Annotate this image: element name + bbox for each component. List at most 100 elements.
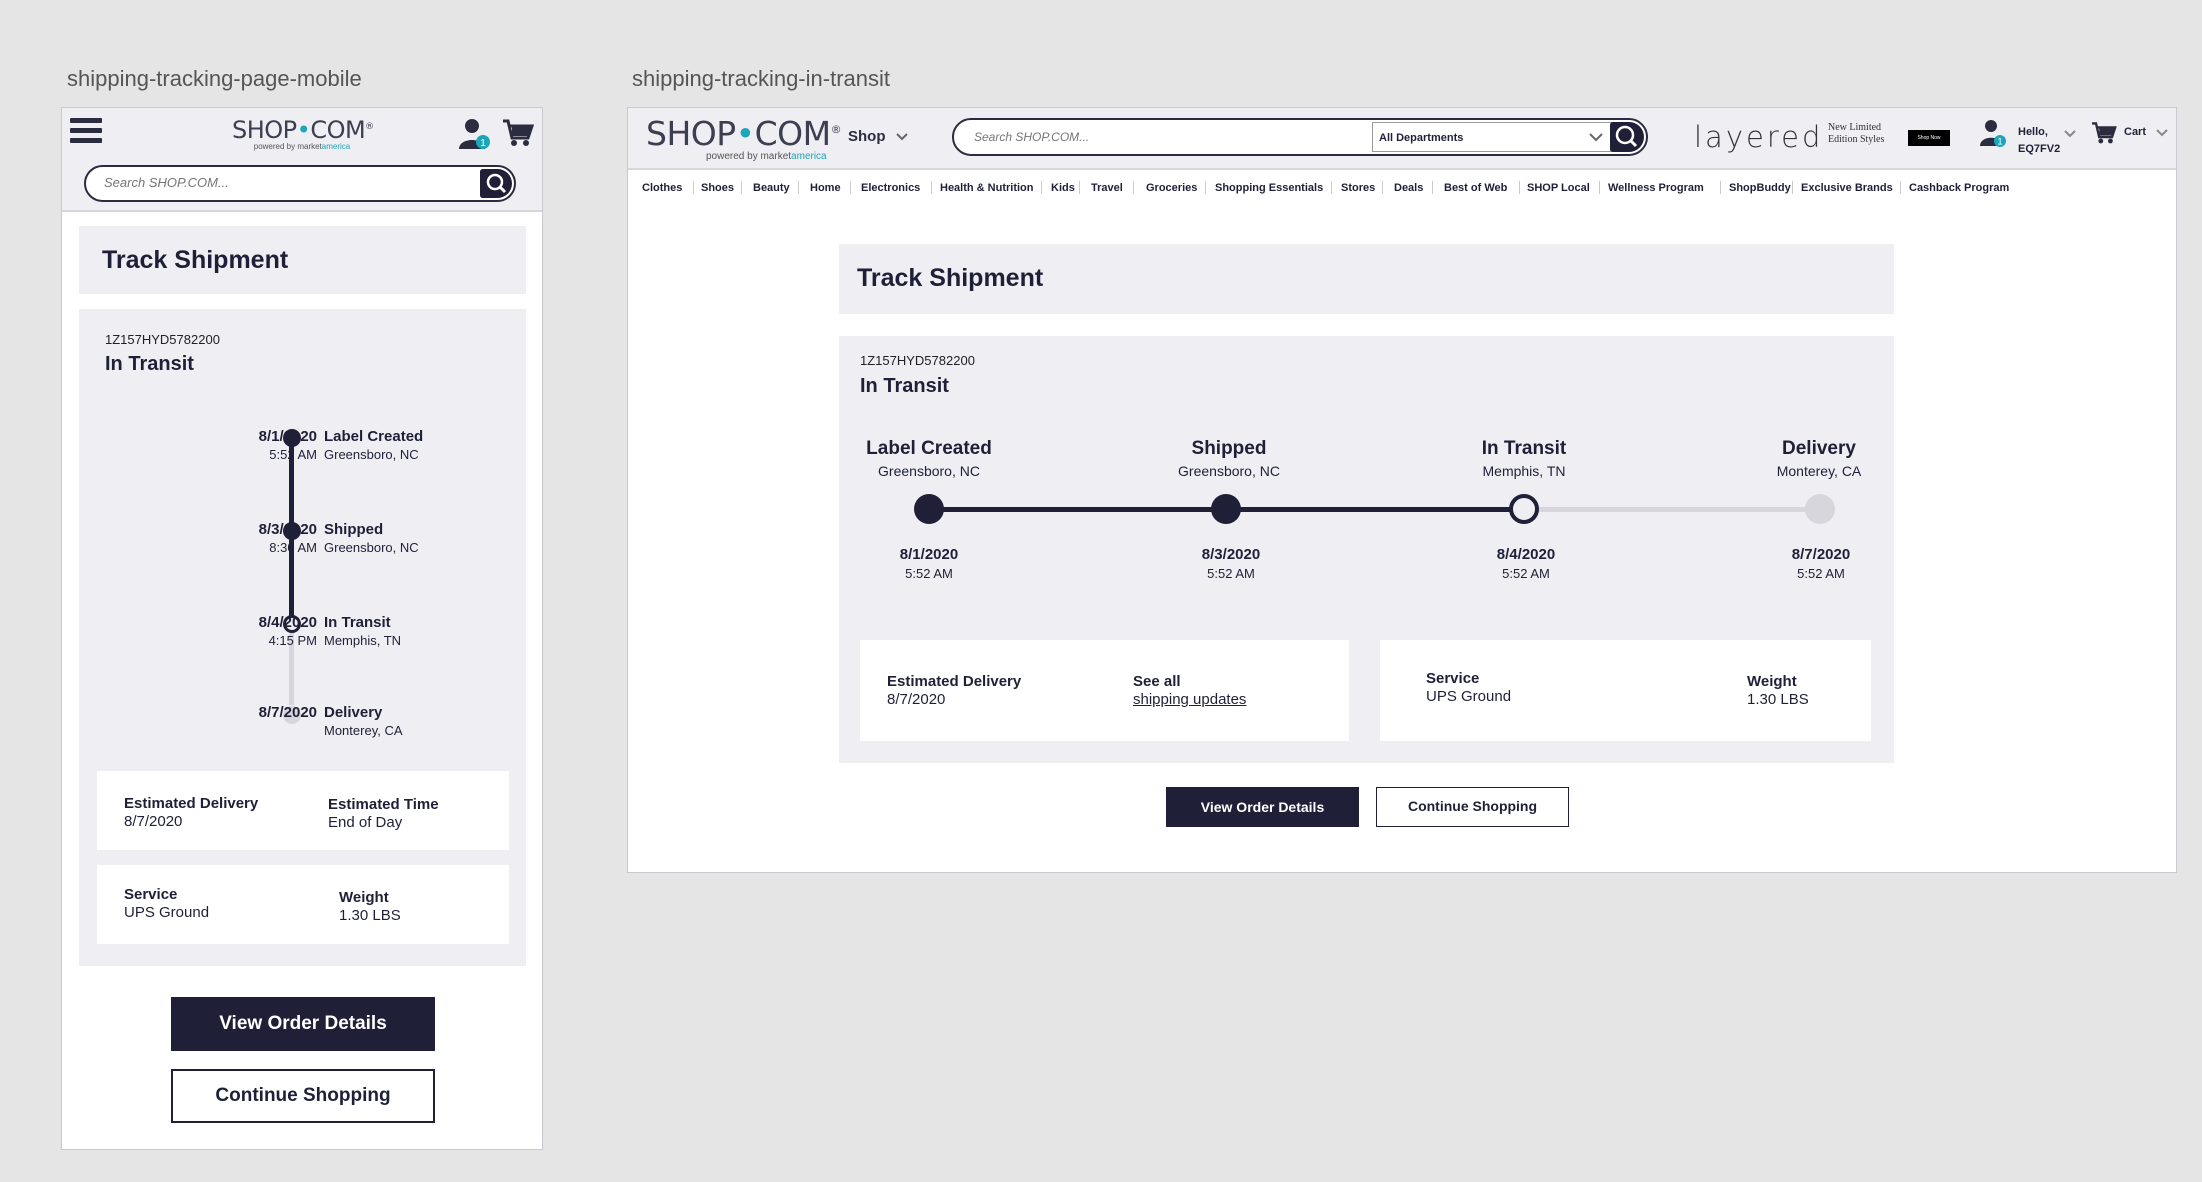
nav-item-stores[interactable]: Stores (1341, 182, 1375, 194)
nav-item-shopping-essentials[interactable]: Shopping Essentials (1215, 182, 1323, 194)
timeline-date: 8/3/2020 8:30 AM (258, 521, 317, 555)
estimated-delivery-card: Estimated Delivery 8/7/2020 Estimated Ti… (97, 771, 509, 850)
weight-value: 1.30 LBS (339, 907, 401, 924)
nav-item-exclusive-brands[interactable]: Exclusive Brands (1801, 182, 1893, 194)
service-label: Service (124, 886, 178, 903)
account-greeting[interactable]: Hello, EQ7FV2 (2018, 124, 2060, 158)
user-account-icon[interactable]: 1 (1978, 118, 2008, 148)
svg-text:1: 1 (480, 138, 486, 149)
user-account-icon[interactable]: 1 (457, 117, 493, 151)
timeline-event: Delivery Monterey, CA (324, 704, 403, 738)
view-order-details-button[interactable]: View Order Details (171, 997, 435, 1051)
category-nav: Clothes Shoes Beauty Home Electronics He… (628, 178, 2176, 200)
layered-promo-logo[interactable]: layered (1694, 120, 1823, 154)
view-order-details-button[interactable]: View Order Details (1166, 787, 1359, 827)
nav-item-electronics[interactable]: Electronics (861, 182, 920, 194)
hamburger-menu-icon[interactable] (70, 118, 102, 146)
department-select[interactable]: All Departments (1372, 122, 1612, 152)
nav-item-deals[interactable]: Deals (1394, 182, 1423, 194)
timeline-dot-pending (1805, 494, 1835, 524)
timeline-date: 8/4/2020 5:52 AM (1496, 546, 1556, 581)
cart-icon[interactable] (2091, 121, 2117, 145)
mobile-frame-label: shipping-tracking-page-mobile (67, 66, 362, 91)
shop-menu[interactable]: Shop (848, 128, 908, 145)
timeline-event: Shipped Greensboro, NC (1178, 438, 1280, 479)
track-shipment-header: Track Shipment (839, 244, 1894, 314)
continue-shopping-button[interactable]: Continue Shopping (1376, 787, 1569, 827)
timeline-date: 8/7/2020 (258, 704, 317, 721)
nav-item-cashback-program[interactable]: Cashback Program (1909, 182, 2009, 194)
page-title: Track Shipment (857, 264, 1044, 292)
continue-shopping-button[interactable]: Continue Shopping (171, 1069, 435, 1123)
chevron-down-icon[interactable] (2156, 129, 2168, 137)
weight-value: 1.30 LBS (1747, 691, 1809, 708)
nav-item-groceries[interactable]: Groceries (1146, 182, 1197, 194)
nav-item-shoes[interactable]: Shoes (701, 182, 734, 194)
estimated-delivery-value: 8/7/2020 (887, 691, 946, 708)
timeline-date: 8/1/2020 5:52 AM (899, 546, 959, 581)
desktop-header: SHOP•COM® powered by marketamerica Shop … (628, 108, 2176, 170)
timeline-dot-complete (914, 494, 944, 524)
timeline-event: In Transit Memphis, TN (324, 614, 402, 648)
timeline-event: Label Created Greensboro, NC (866, 438, 992, 479)
page-title: Track Shipment (102, 246, 289, 274)
timeline-remaining-line (1529, 507, 1822, 512)
nav-item-travel[interactable]: Travel (1091, 182, 1123, 194)
estimated-delivery-label: Estimated Delivery (887, 673, 1022, 690)
service-weight-card: Service UPS Ground Weight 1.30 LBS (97, 865, 509, 944)
shipment-status: In Transit (105, 353, 194, 375)
timeline-dot-current (1509, 494, 1539, 524)
layered-promo-tagline: New Limited Edition Styles (1828, 122, 1885, 145)
desktop-search-bar: All Departments (952, 118, 1648, 156)
search-icon (1615, 125, 1638, 148)
estimated-delivery-value: 8/7/2020 (124, 813, 183, 830)
search-input[interactable] (974, 130, 1354, 144)
mobile-frame: SHOP•COM® powered by marketamerica 1 Tra… (61, 107, 543, 1150)
desktop-frame: SHOP•COM® powered by marketamerica Shop … (627, 107, 2177, 873)
chevron-down-icon[interactable] (2064, 130, 2076, 138)
nav-item-clothes[interactable]: Clothes (642, 182, 682, 194)
estimated-delivery-card: Estimated Delivery 8/7/2020 See all ship… (860, 640, 1349, 741)
shop-now-button[interactable]: Shop Now (1908, 130, 1950, 146)
search-icon (486, 173, 507, 194)
desktop-frame-label: shipping-tracking-in-transit (632, 66, 890, 91)
timeline-dot-complete (1211, 494, 1241, 524)
nav-item-beauty[interactable]: Beauty (753, 182, 790, 194)
tracking-number: 1Z157HYD5782200 (105, 332, 220, 347)
nav-item-shopbuddy[interactable]: ShopBuddy (1729, 182, 1791, 194)
nav-item-best-of-web[interactable]: Best of Web (1444, 182, 1507, 194)
estimated-delivery-label: Estimated Delivery (124, 795, 259, 812)
timeline-date: 8/4/2020 4:15 PM (258, 614, 317, 648)
estimated-time-label: Estimated Time (328, 796, 439, 813)
timeline-event: Delivery Monterey, CA (1776, 438, 1862, 479)
mobile-header: SHOP•COM® powered by marketamerica 1 (62, 108, 542, 212)
see-all-label: See all (1133, 673, 1181, 690)
service-value: UPS Ground (1426, 688, 1512, 705)
nav-item-shop-local[interactable]: SHOP Local (1527, 182, 1590, 194)
weight-label: Weight (339, 889, 389, 906)
service-weight-card: Service UPS Ground Weight 1.30 LBS (1380, 640, 1871, 741)
search-button[interactable] (480, 169, 512, 198)
timeline-event: Label Created Greensboro, NC (324, 428, 424, 462)
nav-item-kids[interactable]: Kids (1051, 182, 1075, 194)
search-input[interactable] (104, 175, 464, 190)
chevron-down-icon (895, 133, 908, 141)
weight-label: Weight (1747, 673, 1797, 690)
chevron-down-icon (1589, 133, 1603, 142)
cart-icon[interactable] (502, 118, 534, 148)
shipment-details-panel: 1Z157HYD5782200 In Transit Label Created… (839, 336, 1894, 763)
nav-item-health-nutrition[interactable]: Health & Nutrition (940, 182, 1034, 194)
timeline-event: Shipped Greensboro, NC (324, 521, 419, 555)
estimated-time-value: End of Day (328, 814, 403, 831)
cart-label[interactable]: Cart (2124, 126, 2146, 138)
timeline-date: 8/1/2020 5:52 AM (258, 428, 317, 462)
nav-item-home[interactable]: Home (810, 182, 841, 194)
service-label: Service (1426, 670, 1480, 687)
shop-com-logo[interactable]: SHOP•COM® powered by marketamerica (646, 114, 856, 162)
shop-com-logo[interactable]: SHOP•COM® powered by marketamerica (232, 116, 374, 151)
search-button[interactable] (1610, 122, 1644, 152)
tracking-number: 1Z157HYD5782200 (860, 353, 975, 368)
mobile-search-bar (84, 165, 516, 202)
shipping-updates-link[interactable]: shipping updates (1133, 691, 1246, 708)
nav-item-wellness-program[interactable]: Wellness Program (1608, 182, 1704, 194)
